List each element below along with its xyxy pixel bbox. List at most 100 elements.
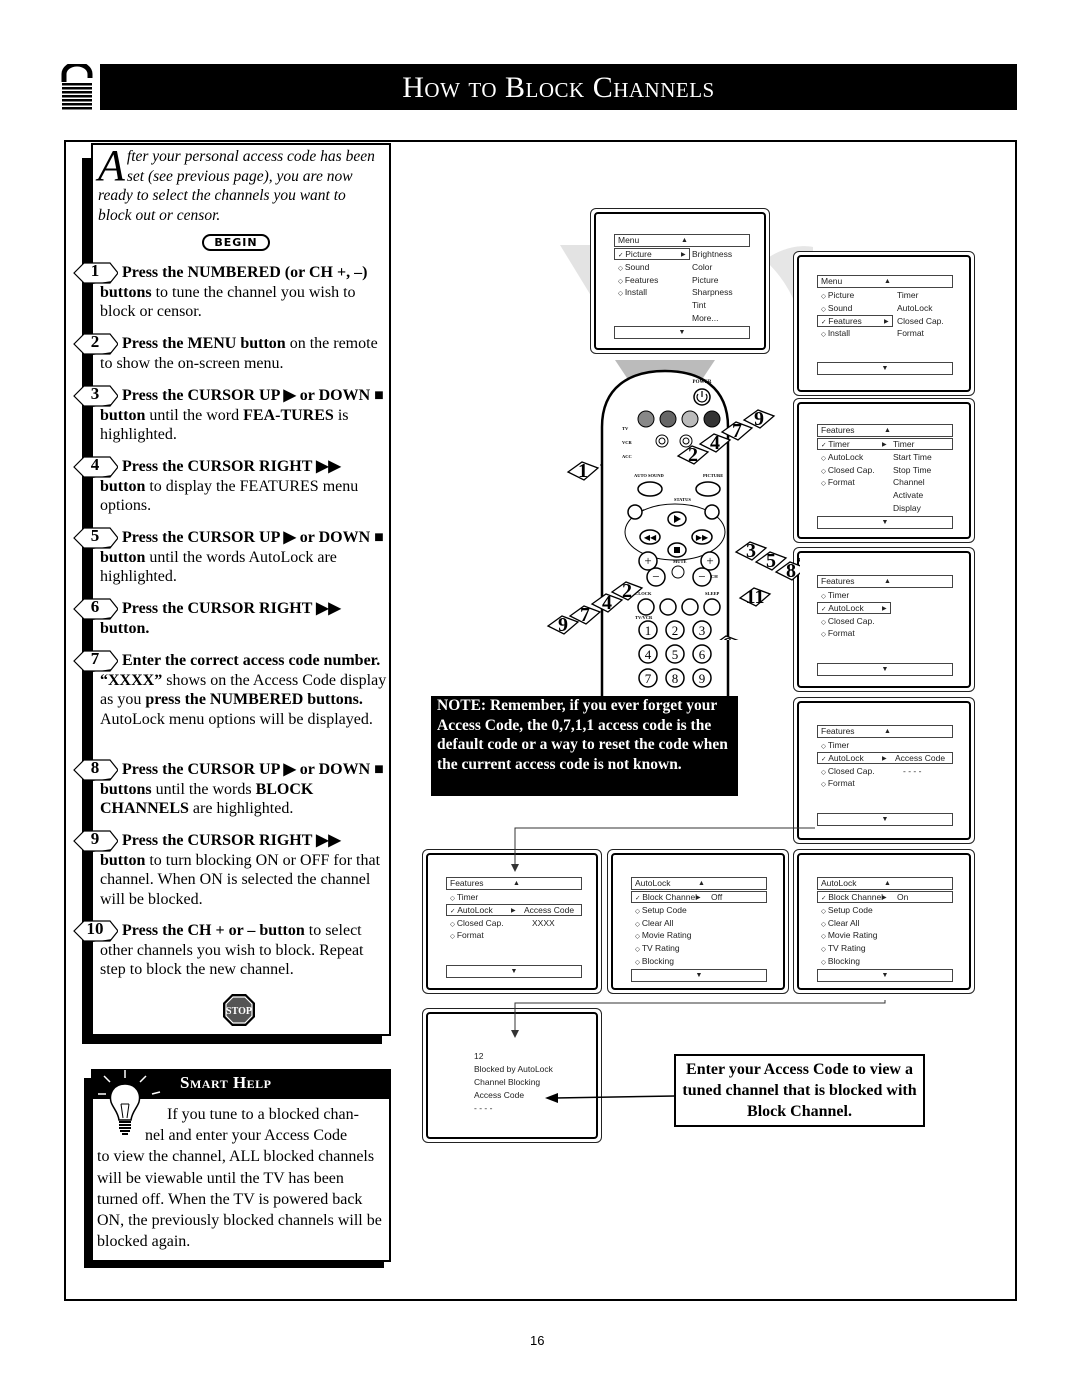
page-number: 16 [530, 1333, 545, 1348]
menu-item[interactable]: ◇ Install [817, 327, 850, 339]
svg-text:11: 11 [746, 586, 765, 608]
step-number-diamond-icon: 1 [72, 261, 118, 285]
step-number: 9 [90, 829, 100, 848]
intro-paragraph: After your personal access code has been… [98, 144, 383, 225]
submenu-item[interactable]: Timer [893, 438, 914, 450]
menu-item[interactable]: ◇ Install [614, 286, 647, 298]
menu-item[interactable]: ◇ Sound [614, 261, 649, 273]
step-text: Press the CURSOR RIGHT ▶▶ button. [72, 599, 390, 638]
menu-item[interactable]: ✓ AutoLock ▶ [817, 601, 891, 614]
scroll-up-icon[interactable]: ▲ [884, 576, 891, 587]
menu-item-label: Features [828, 315, 862, 326]
menu-item-label: AutoLock [827, 451, 864, 462]
menu-header-label: Menu [618, 235, 640, 245]
step-8: 8 Press the CURSOR UP ▶ or DOWN ■ buttons… [72, 758, 390, 820]
step-4: 4 Press the CURSOR RIGHT ▶▶ button to dis… [72, 455, 390, 517]
menu-item[interactable]: ◇ Closed Cap. [817, 765, 875, 777]
menu-item-label: AutoLock [828, 752, 864, 763]
access-code-value[interactable]: - - - - [903, 765, 921, 777]
step-leader-bar [82, 780, 89, 820]
menu-item[interactable]: ◇ Closed Cap. [817, 615, 875, 627]
step-number: 2 [90, 332, 100, 351]
svg-text:5: 5 [766, 550, 776, 572]
bullet-icon: ◇ [821, 467, 828, 475]
smart-help-title: Smart Help [180, 1073, 272, 1092]
submenu-item[interactable]: Color [692, 261, 712, 273]
menu-item-label: Closed Cap. [827, 615, 875, 626]
tv-screen-features-timer: Features ▲ ✓ Timer ▶ ◇ AutoLock ◇ Closed Cap.… [793, 398, 975, 543]
menu-item[interactable]: ◇ Timer [817, 739, 849, 751]
scroll-up-icon[interactable]: ▲ [884, 726, 891, 737]
step-callout-ch: 11 [738, 586, 772, 608]
menu-item[interactable]: ✓ Timer ▶ [817, 438, 953, 450]
step-2: 2 Press the MENU button on the remote to … [72, 332, 390, 374]
svg-text:6: 6 [722, 634, 732, 640]
submenu-item[interactable]: Brightness [692, 248, 732, 260]
step-text: Press the CURSOR UP ▶ or DOWN ■ button u… [72, 386, 390, 445]
padlock-icon [60, 61, 94, 110]
menu-item[interactable]: ◇ Format [817, 777, 855, 789]
access-code-label: Access Code [895, 752, 946, 763]
tv-screen-features-selected: Menu ▲ ◇ Picture ◇ Sound ✓ Features ▶ ◇ Instal… [793, 251, 975, 396]
scroll-down-icon[interactable]: ▼ [817, 663, 953, 676]
menu-item[interactable]: ✓ Picture ▶ [614, 248, 690, 260]
submenu-item[interactable]: Stop Time [893, 464, 931, 476]
step-number-diamond-icon: 8 [72, 758, 118, 782]
menu-item-label: Timer [827, 740, 850, 750]
bullet-icon: ◇ [821, 593, 828, 600]
svg-text:9: 9 [754, 408, 764, 430]
menu-item[interactable]: ◇ Picture [817, 289, 854, 301]
submenu-item[interactable]: Start Time [893, 451, 932, 463]
menu-header: Menu ▲ [817, 275, 953, 288]
bullet-icon: ◇ [821, 631, 828, 639]
submenu-item[interactable]: Display [893, 502, 921, 514]
submenu-item[interactable]: Closed Cap. [897, 315, 944, 327]
step-emphasis: Press the CURSOR RIGHT ▶▶ button. [100, 600, 341, 637]
submenu-item[interactable]: Timer [897, 289, 918, 301]
digit-label: 7 [645, 671, 652, 686]
submenu-item[interactable]: Sharpness [692, 286, 733, 298]
submenu-item[interactable]: Channel [893, 476, 925, 488]
step-leader-bar [82, 283, 89, 323]
step-emphasis: Press the MENU button [122, 335, 286, 352]
remote-step-callouts: 12479358102479116 [546, 408, 800, 640]
step-leader-bar [82, 851, 89, 911]
menu-item[interactable]: ◇ Sound [817, 302, 852, 314]
scroll-down-icon[interactable]: ▼ [817, 362, 953, 375]
scroll-down-icon[interactable]: ▼ [817, 516, 953, 529]
step-emphasis: Press the CH + or – button [122, 922, 305, 939]
submenu-item[interactable]: Format [897, 327, 924, 339]
step-3: 3 Press the CURSOR UP ▶ or DOWN ■ button … [72, 384, 390, 446]
scroll-up-icon[interactable]: ▲ [884, 425, 891, 436]
scroll-down-icon[interactable]: ▼ [614, 326, 750, 339]
menu-header-label: Features [821, 425, 855, 435]
submenu-item[interactable]: Picture [692, 274, 718, 286]
scroll-up-icon[interactable]: ▲ [884, 276, 891, 287]
submenu-item[interactable]: Activate [893, 489, 923, 501]
step-detail: until the word [145, 406, 244, 424]
submenu-item[interactable]: AutoLock [897, 302, 932, 314]
menu-item-label: Picture [625, 249, 652, 259]
menu-item[interactable]: ◇ Timer [817, 589, 849, 601]
menu-item[interactable]: ✓ Features ▶ [817, 314, 893, 327]
menu-item[interactable]: ◇ Format [817, 627, 855, 639]
step-text: Press the CURSOR UP ▶ or DOWN ■ button u… [72, 528, 390, 587]
svg-text:4: 4 [710, 432, 720, 454]
menu-item[interactable]: ◇ Closed Cap. [817, 464, 875, 476]
menu-item[interactable]: ◇ AutoLock [817, 451, 863, 463]
submenu-item[interactable]: More... [692, 312, 718, 324]
begin-badge: BEGIN [202, 234, 270, 251]
step-leader-bar [82, 548, 89, 588]
bullet-icon: ◇ [821, 293, 828, 300]
step-number: 8 [90, 758, 100, 777]
step-callout-numbers: 6 [719, 634, 739, 640]
menu-item[interactable]: ◇ Format [817, 476, 855, 488]
submenu-item[interactable]: Tint [692, 299, 706, 311]
menu-item-label: Sound [827, 302, 853, 313]
access-code-callout: Enter your Access Code to view a tuned c… [674, 1054, 925, 1127]
svg-text:9: 9 [558, 614, 568, 636]
menu-item-label: Install [624, 287, 648, 298]
menu-item[interactable]: ◇ Features [614, 274, 658, 286]
scroll-up-icon[interactable]: ▲ [681, 235, 688, 246]
stop-label: STOP [226, 1006, 252, 1017]
